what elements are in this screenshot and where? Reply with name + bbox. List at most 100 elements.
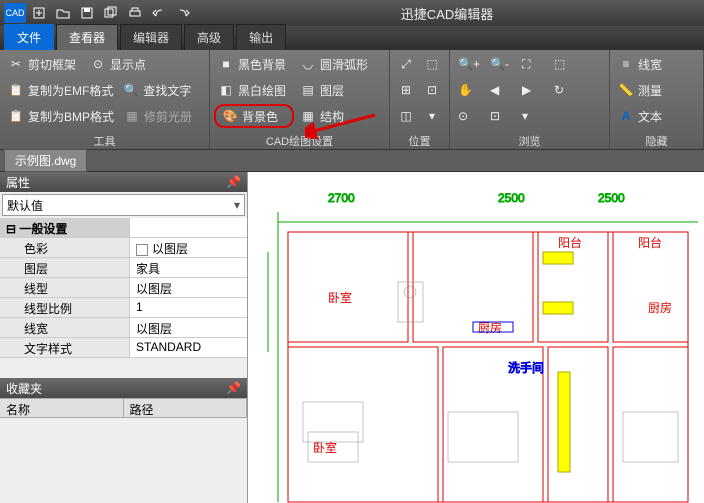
favorites-header-row: 名称 路径 xyxy=(0,398,247,418)
tab-advanced[interactable]: 高级 xyxy=(184,24,234,50)
document-tabs: 示例图.dwg xyxy=(0,150,704,172)
ribbon-tabs: 文件 查看器 编辑器 高级 输出 xyxy=(0,26,704,50)
properties-panel-header: 属性 📌 xyxy=(0,172,247,192)
prop-row-textstyle[interactable]: 文字样式STANDARD xyxy=(0,338,247,358)
pan-button[interactable]: ✋ xyxy=(454,78,484,102)
pos-btn-5[interactable]: ◫ xyxy=(394,104,418,128)
svg-text:2500: 2500 xyxy=(598,191,625,205)
favorites-panel: 名称 路径 xyxy=(0,398,247,503)
text-button[interactable]: A文本 xyxy=(614,104,694,128)
open-icon[interactable] xyxy=(52,3,74,23)
tab-viewer[interactable]: 查看器 xyxy=(56,24,118,50)
ribbon-group-hide: ≡线宽 📏测量 A文本 隐藏 xyxy=(610,50,704,149)
crop-frame-button[interactable]: ✂剪切框架 xyxy=(4,52,84,76)
bg-color-button[interactable]: 🎨背景色 xyxy=(214,104,294,128)
black-bg-button[interactable]: ■黑色背景 xyxy=(214,52,294,76)
svg-text:卧室: 卧室 xyxy=(328,290,352,305)
tab-editor[interactable]: 编辑器 xyxy=(120,24,182,50)
fav-col-name[interactable]: 名称 xyxy=(0,399,124,417)
trim-icon: ▦ xyxy=(124,108,140,124)
find-text-button[interactable]: 🔍查找文字 xyxy=(119,78,199,102)
prop-row-layer[interactable]: 图层家具 xyxy=(0,258,247,278)
group-label-tools: 工具 xyxy=(4,133,205,149)
print-icon[interactable] xyxy=(124,3,146,23)
bmp-icon: 📋 xyxy=(8,108,24,124)
smooth-arc-button[interactable]: ◡圆滑弧形 xyxy=(296,52,376,76)
group-label-hide: 隐藏 xyxy=(614,133,699,149)
nav-next-button[interactable]: ▶ xyxy=(518,78,548,102)
bgcolor-icon: 🎨 xyxy=(222,108,238,124)
pin-icon[interactable]: 📌 xyxy=(226,175,241,189)
tab-output[interactable]: 输出 xyxy=(236,24,286,50)
emf-icon: 📋 xyxy=(8,82,24,98)
layer-button[interactable]: ▤图层 xyxy=(296,78,376,102)
trim-album-button[interactable]: ▦修剪光册 xyxy=(120,104,200,128)
arc-icon: ◡ xyxy=(300,56,316,72)
blackbg-icon: ■ xyxy=(218,56,234,72)
svg-text:厨房: 厨房 xyxy=(648,300,672,315)
bw-icon: ◧ xyxy=(218,82,234,98)
refresh-button[interactable]: ↻ xyxy=(550,78,580,102)
titlebar: CAD 迅捷CAD编辑器 xyxy=(0,0,704,26)
bw-draw-button[interactable]: ◧黑白绘图 xyxy=(214,78,294,102)
properties-title: 属性 xyxy=(6,174,30,191)
undo-icon[interactable] xyxy=(148,3,170,23)
ribbon-group-position: ⤢ ⬚ ⊞ ⊡ ◫ ▾ 位置 xyxy=(390,50,450,149)
layer-icon: ▤ xyxy=(300,82,316,98)
saveall-icon[interactable] xyxy=(100,3,122,23)
nav-btn-9[interactable]: ⊙ xyxy=(454,104,484,128)
workspace: 属性 📌 默认值 ▾ ⊟ 一般设置 色彩以图层 图层家具 线型以图层 线型比例1… xyxy=(0,172,704,503)
ribbon-group-browse: 🔍+ 🔍- ⛶ ⬚ ✋ ◀ ▶ ↻ ⊙ ⊡ ▾ 浏览 xyxy=(450,50,610,149)
zoom-ext-button[interactable]: ⛶ xyxy=(518,52,548,76)
nav-btn-11[interactable]: ▾ xyxy=(518,104,548,128)
zoom-win-button[interactable]: ⬚ xyxy=(550,52,580,76)
doc-tab-active[interactable]: 示例图.dwg xyxy=(4,149,87,172)
show-points-button[interactable]: ⊙显示点 xyxy=(86,52,166,76)
ribbon: ✂剪切框架 ⊙显示点 📋复制为EMF格式 🔍查找文字 📋复制为BMP格式 ▦修剪… xyxy=(0,50,704,150)
search-icon: 🔍 xyxy=(123,82,139,98)
favorites-title: 收藏夹 xyxy=(6,380,42,397)
color-chk[interactable] xyxy=(136,244,148,256)
crop-icon: ✂ xyxy=(8,56,24,72)
pos-btn-6[interactable]: ▾ xyxy=(420,104,444,128)
group-label-browse: 浏览 xyxy=(454,133,605,149)
save-icon[interactable] xyxy=(76,3,98,23)
tab-file[interactable]: 文件 xyxy=(4,24,54,50)
linewidth-button[interactable]: ≡线宽 xyxy=(614,52,694,76)
svg-text:2500: 2500 xyxy=(498,191,525,205)
nav-prev-button[interactable]: ◀ xyxy=(486,78,516,102)
zoom-in-button[interactable]: 🔍+ xyxy=(454,52,484,76)
zoom-out-button[interactable]: 🔍- xyxy=(486,52,516,76)
prop-row-lineweight[interactable]: 线宽以图层 xyxy=(0,318,247,338)
prop-row-ltscale[interactable]: 线型比例1 xyxy=(0,298,247,318)
ribbon-group-tools: ✂剪切框架 ⊙显示点 📋复制为EMF格式 🔍查找文字 📋复制为BMP格式 ▦修剪… xyxy=(0,50,210,149)
ribbon-group-cad-settings: ■黑色背景 ◡圆滑弧形 ◧黑白绘图 ▤图层 🎨背景色 ▦结构 CAD绘图设置 xyxy=(210,50,390,149)
structure-icon: ▦ xyxy=(300,108,316,124)
section-general[interactable]: ⊟ 一般设置 xyxy=(0,218,247,238)
pos-btn-3[interactable]: ⊞ xyxy=(394,78,418,102)
default-combo[interactable]: 默认值 ▾ xyxy=(2,194,245,216)
group-label-cad: CAD绘图设置 xyxy=(214,133,385,149)
measure-button[interactable]: 📏测量 xyxy=(614,78,694,102)
pos-btn-2[interactable]: ⬚ xyxy=(420,52,444,76)
redo-icon[interactable] xyxy=(172,3,194,23)
group-label-position: 位置 xyxy=(394,133,445,149)
nav-btn-10[interactable]: ⊡ xyxy=(486,104,516,128)
new-icon[interactable] xyxy=(28,3,50,23)
pos-btn-4[interactable]: ⊡ xyxy=(420,78,444,102)
copy-emf-button[interactable]: 📋复制为EMF格式 xyxy=(4,78,117,102)
pos-btn-1[interactable]: ⤢ xyxy=(394,52,418,76)
svg-text:卧室: 卧室 xyxy=(313,440,337,455)
prop-row-color[interactable]: 色彩以图层 xyxy=(0,238,247,258)
pin-icon-2[interactable]: 📌 xyxy=(226,381,241,395)
side-panels: 属性 📌 默认值 ▾ ⊟ 一般设置 色彩以图层 图层家具 线型以图层 线型比例1… xyxy=(0,172,248,503)
svg-text:2700: 2700 xyxy=(328,191,355,205)
chevron-down-icon: ▾ xyxy=(234,198,240,212)
quick-access-toolbar: CAD xyxy=(4,3,194,23)
copy-bmp-button[interactable]: 📋复制为BMP格式 xyxy=(4,104,118,128)
prop-row-linetype[interactable]: 线型以图层 xyxy=(0,278,247,298)
text-icon: A xyxy=(618,108,634,124)
drawing-canvas[interactable]: 2700 2500 2500 xyxy=(248,172,704,503)
structure-button[interactable]: ▦结构 xyxy=(296,104,376,128)
fav-col-path[interactable]: 路径 xyxy=(124,399,248,417)
